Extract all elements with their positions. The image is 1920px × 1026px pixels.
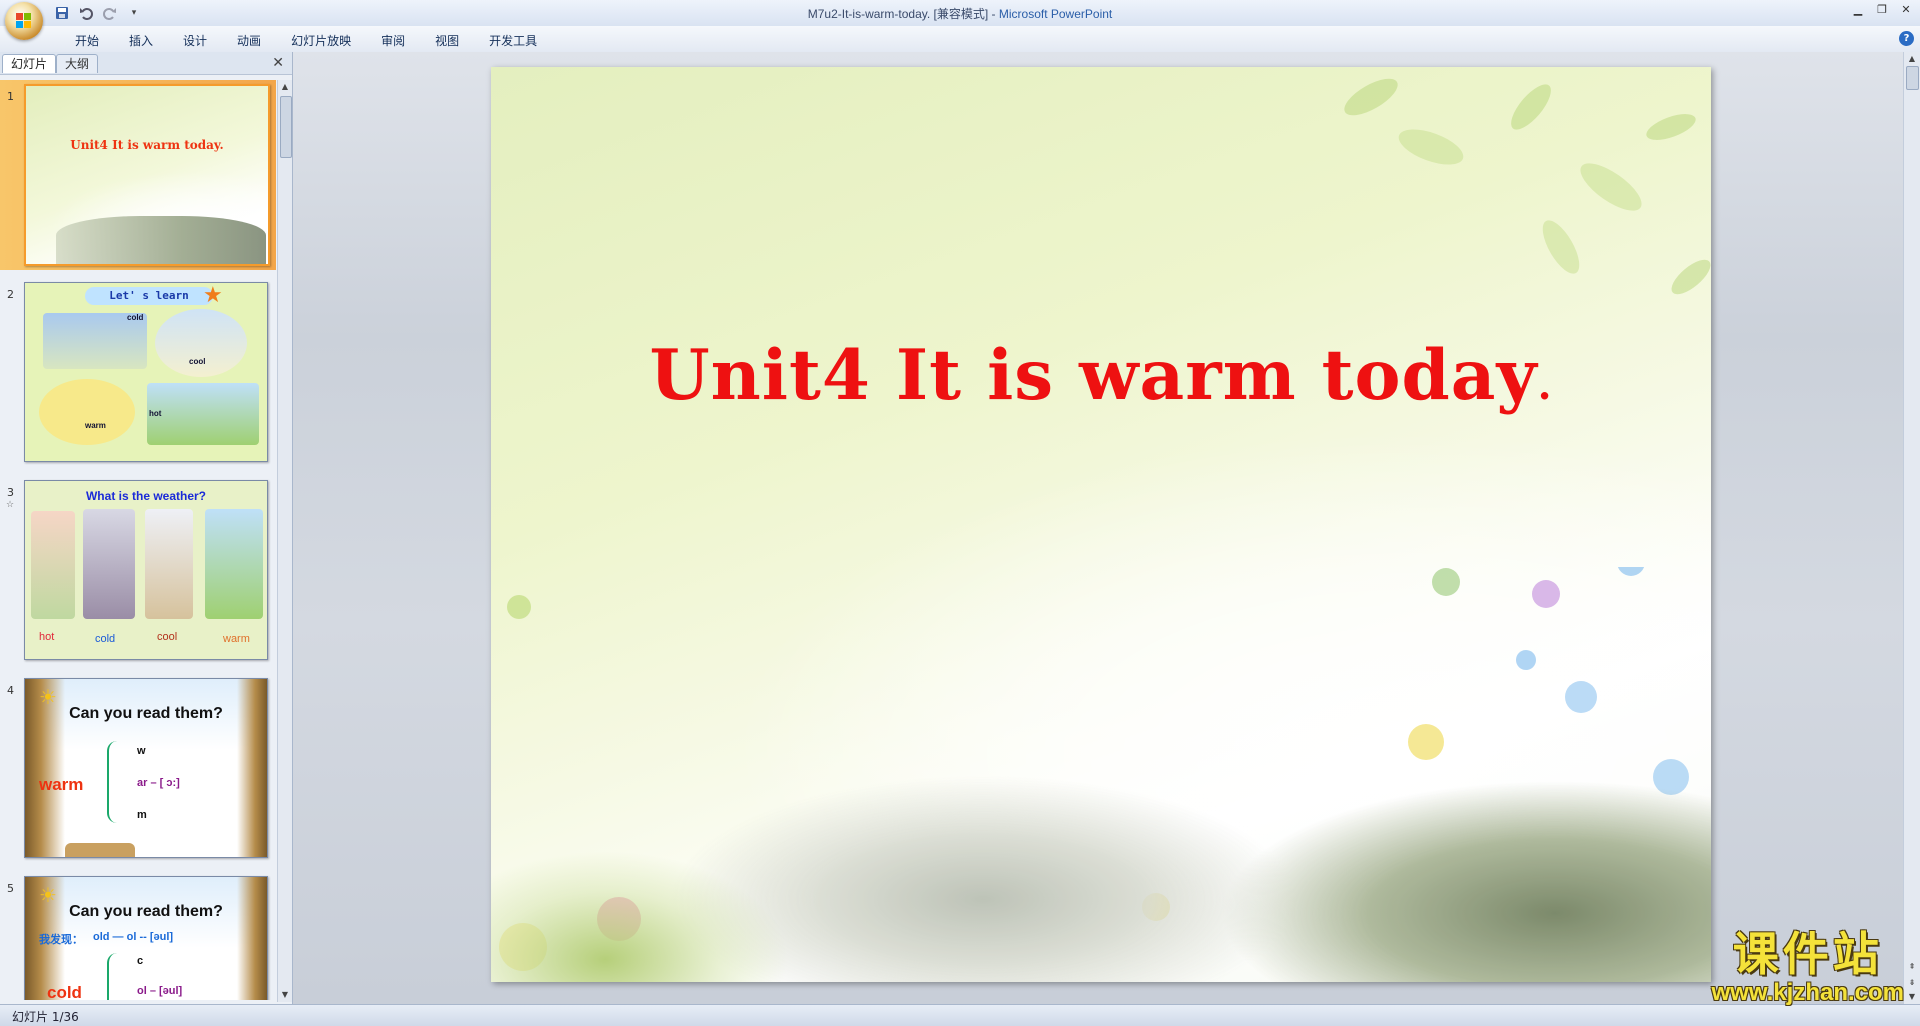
hot-cartoon-image	[31, 511, 75, 619]
current-slide[interactable]: Unit4 It is warm today.	[491, 67, 1711, 982]
ribbon-tabs: 开始 插入 设计 动画 幻灯片放映 审阅 视图 开发工具 ?	[0, 26, 1920, 53]
word-cold: cold	[47, 983, 82, 1000]
scroll-down-icon[interactable]: ▼	[1904, 990, 1920, 1004]
window-title-app: Microsoft PowerPoint	[998, 7, 1113, 21]
tab-design[interactable]: 设计	[168, 30, 222, 51]
tab-slideshow[interactable]: 幻灯片放映	[276, 30, 366, 51]
school-photo	[56, 216, 266, 264]
thumbnail-row-2[interactable]: 2 Let' s learn ★ cold cool warm hot	[0, 278, 276, 468]
thumbnail-row-5[interactable]: 5 ☀ Can you read them? 我发现： old — ol -- …	[0, 872, 276, 1000]
label-cold: cold	[127, 313, 144, 322]
slide-thumbnail-5[interactable]: ☀ Can you read them? 我发现： old — ol -- [ə…	[24, 876, 268, 1000]
scroll-down-icon[interactable]: ▼	[278, 988, 292, 1002]
watermark-cn: 课件站	[1732, 927, 1883, 981]
rule-old: old — ol -- [əul]	[93, 931, 174, 943]
slide-title-text: Unit4 It is warm today	[649, 335, 1538, 416]
label-cold: cold	[95, 633, 116, 645]
brace	[107, 741, 123, 823]
tab-slides[interactable]: 幻灯片	[2, 54, 57, 73]
part-1: c	[137, 955, 144, 967]
panel-tabs: 幻灯片 大纲 ✕	[0, 52, 292, 75]
minimize-icon[interactable]: ▁	[1850, 2, 1866, 18]
tab-home[interactable]: 开始	[60, 30, 114, 51]
label-cool: cool	[189, 357, 206, 366]
label-hot: hot	[149, 409, 162, 418]
slide-title-period: .	[1537, 362, 1553, 409]
label-warm: warm	[85, 421, 106, 430]
brace	[107, 953, 123, 1000]
label-hot: hot	[39, 631, 55, 643]
thumbnail-scrollbar[interactable]: ▲ ▼	[277, 80, 292, 1002]
cool-scene-image	[155, 309, 247, 377]
close-icon[interactable]: ✕	[1898, 2, 1914, 18]
part-2: ar – [ ɔ:]	[137, 777, 180, 789]
thumbnail-list: 1 Unit4 It is warm today. 2 Let' s learn…	[0, 80, 276, 1000]
cold-cartoon-image	[83, 509, 135, 619]
scrollbar-thumb[interactable]	[280, 96, 292, 158]
label-cool: cool	[157, 631, 178, 643]
thumbnail-heading: Can you read them?	[69, 903, 223, 920]
window-title-document: M7u2-It-is-warm-today. [兼容模式] -	[807, 7, 999, 21]
hot-scene-image	[147, 383, 259, 445]
thumbnail-number: 5	[7, 882, 14, 895]
watermark-logo: 课件站 www.kjzhan.com	[1712, 929, 1904, 1007]
title-bar: ▾ M7u2-It-is-warm-today. [兼容模式] - Micros…	[0, 0, 1920, 40]
tab-outline[interactable]: 大纲	[56, 54, 99, 73]
thumbnail-number: 1	[7, 90, 14, 103]
word-warm: warm	[39, 775, 84, 794]
grass-decoration	[491, 757, 871, 982]
slide-title[interactable]: Unit4 It is warm today.	[491, 335, 1711, 416]
thumbnail-heading: What is the weather?	[85, 489, 207, 503]
tab-insert[interactable]: 插入	[114, 30, 168, 51]
office-button[interactable]	[5, 2, 43, 40]
part-3: m	[137, 809, 147, 821]
part-2: ol – [əul]	[137, 985, 183, 997]
slides-panel: 幻灯片 大纲 ✕ 1 Unit4 It is warm today. 2 Let…	[0, 52, 293, 1004]
close-panel-icon[interactable]: ✕	[272, 55, 284, 71]
slide-scrollbar[interactable]: ▲ ⇞ ⇟ ▼	[1903, 52, 1920, 1004]
star-icon: ★	[203, 283, 223, 308]
thumbnail-row-3[interactable]: 3 ☆ What is the weather? hot cold cool w…	[0, 476, 276, 666]
part-1: w	[137, 745, 146, 757]
scroll-up-icon[interactable]: ▲	[278, 80, 292, 94]
log-image	[65, 843, 135, 857]
tab-view[interactable]: 视图	[420, 30, 474, 51]
tree-right-image	[237, 877, 267, 1000]
status-bar: 幻灯片 1/36	[0, 1004, 1920, 1026]
office-logo-icon	[16, 13, 32, 29]
tab-animations[interactable]: 动画	[222, 30, 276, 51]
tab-developer[interactable]: 开发工具	[474, 30, 552, 51]
thumbnail-heading: Let' s learn	[85, 287, 213, 305]
cool-cartoon-image	[145, 509, 193, 619]
thumbnail-number: 3	[7, 486, 14, 499]
slide-thumbnail-2[interactable]: Let' s learn ★ cold cool warm hot	[24, 282, 268, 462]
warm-scene-image	[39, 379, 135, 445]
tab-list: 开始 插入 设计 动画 幻灯片放映 审阅 视图 开发工具	[60, 30, 552, 51]
label-warm: warm	[223, 633, 250, 645]
slide-counter: 幻灯片 1/36	[12, 1010, 79, 1024]
thumbnail-title: Unit4 It is warm today.	[70, 138, 224, 152]
thumbnail-number: 2	[7, 288, 14, 301]
thumbnail-number: 4	[7, 684, 14, 697]
warm-cartoon-image	[205, 509, 263, 619]
help-icon[interactable]: ?	[1899, 31, 1914, 46]
window-controls: ▁ ❐ ✕	[1850, 2, 1914, 18]
scroll-up-icon[interactable]: ▲	[1904, 52, 1920, 66]
watermark-url: www.kjzhan.com	[1711, 979, 1904, 1006]
thumbnail-row-4[interactable]: 4 ☀ Can you read them? warm w ar – [ ɔ:]…	[0, 674, 276, 864]
previous-slide-icon[interactable]: ⇞	[1904, 960, 1920, 974]
restore-icon[interactable]: ❐	[1874, 2, 1890, 18]
leaves-decoration	[1344, 78, 1711, 295]
window-title: M7u2-It-is-warm-today. [兼容模式] - Microsof…	[0, 5, 1920, 22]
animation-icon: ☆	[6, 500, 15, 510]
thumbnail-row-1[interactable]: 1 Unit4 It is warm today.	[0, 80, 276, 270]
slide-thumbnail-3[interactable]: What is the weather? hot cold cool warm	[24, 480, 268, 660]
thumbnail-heading: Can you read them?	[69, 705, 223, 722]
slide-thumbnail-1[interactable]: Unit4 It is warm today.	[24, 84, 270, 266]
tab-review[interactable]: 审阅	[366, 30, 420, 51]
scrollbar-thumb[interactable]	[1906, 66, 1919, 90]
slide-thumbnail-4[interactable]: ☀ Can you read them? warm w ar – [ ɔ:] m	[24, 678, 268, 858]
discover-label: 我发现：	[39, 934, 83, 946]
next-slide-icon[interactable]: ⇟	[1904, 976, 1920, 990]
